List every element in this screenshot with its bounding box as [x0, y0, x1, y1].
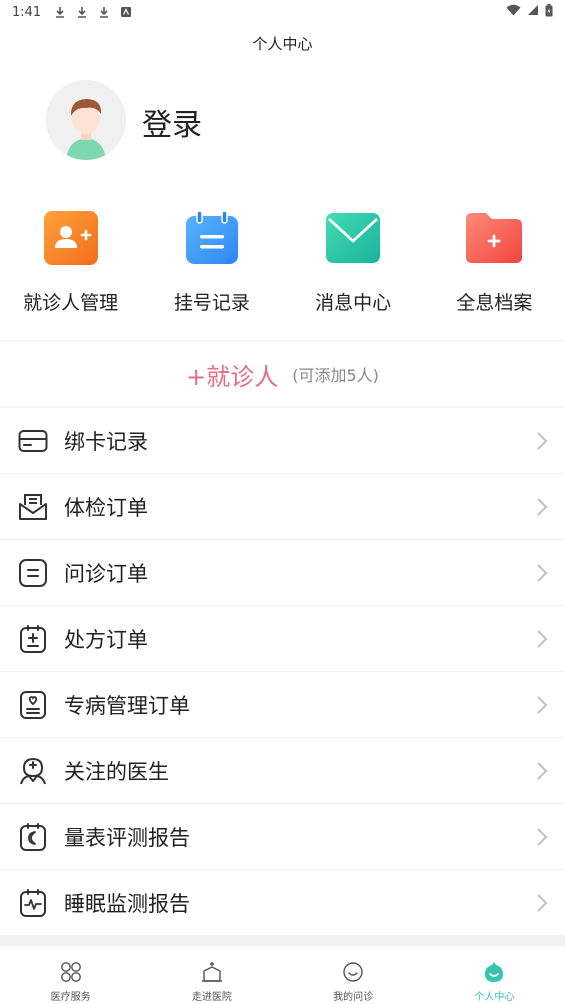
tab-label: 个人中心: [474, 992, 515, 1003]
exam-envelope-icon: [17, 491, 49, 523]
menu-item-scale-assessment-reports[interactable]: 量表评测报告: [0, 804, 565, 870]
menu-item-label: 绑卡记录: [64, 429, 148, 454]
menu-item-label: 体检订单: [64, 495, 148, 520]
quick-action-registration-records[interactable]: 挂号记录: [141, 200, 282, 328]
chevron-right-icon: [537, 696, 548, 714]
quick-action-label: 全息档案: [456, 292, 533, 314]
moon-calendar-icon: [17, 821, 49, 853]
battery-icon: [545, 3, 553, 21]
quick-action-patient-management[interactable]: 就诊人管理: [0, 200, 141, 328]
quick-action-holographic-archive[interactable]: 全息档案: [424, 200, 565, 328]
status-indicators: [506, 3, 553, 21]
quick-actions: 就诊人管理 挂号记录 消息中心 全息档案: [0, 200, 565, 328]
download-icon: [97, 5, 111, 19]
menu-item-card-binding-records[interactable]: 绑卡记录: [0, 408, 565, 474]
mail-icon: [325, 210, 381, 266]
download-icon: [53, 5, 67, 19]
section-spacer: [0, 936, 565, 946]
hospital-icon: [200, 960, 224, 984]
doctor-icon: [17, 755, 49, 787]
quick-action-label: 就诊人管理: [23, 292, 119, 314]
pulse-calendar-icon: [17, 887, 49, 919]
avatar[interactable]: [46, 80, 126, 160]
heart-clipboard-icon: [17, 689, 49, 721]
tab-personal-center[interactable]: 个人中心: [424, 946, 565, 1004]
login-link[interactable]: 登录: [142, 100, 202, 144]
download-icon: [75, 5, 89, 19]
menu-item-label: 量表评测报告: [64, 825, 190, 850]
status-time: 1:41: [12, 4, 42, 20]
chevron-right-icon: [537, 498, 548, 516]
quick-action-label: 消息中心: [315, 292, 392, 314]
profile-section[interactable]: 登录: [0, 62, 565, 182]
wifi-icon: [506, 4, 521, 20]
menu-list: 绑卡记录 体检订单 问诊订单 处方订单 专病管理订单 关注的医生 量表评测报告 …: [0, 408, 565, 936]
status-bar: 1:41: [0, 0, 565, 24]
tab-medical-services[interactable]: 医疗服务: [0, 946, 141, 1004]
consult-icon: [17, 557, 49, 589]
menu-item-special-disease-orders[interactable]: 专病管理订单: [0, 672, 565, 738]
add-patient-row[interactable]: +就诊人 (可添加5人): [0, 342, 565, 406]
tab-my-consultations[interactable]: 我的问诊: [283, 946, 424, 1004]
chevron-right-icon: [537, 828, 548, 846]
app-notification-icon: [119, 5, 133, 19]
card-icon: [17, 425, 49, 457]
tab-visit-hospital[interactable]: 走进医院: [141, 946, 282, 1004]
chevron-right-icon: [537, 894, 548, 912]
menu-item-label: 关注的医生: [64, 759, 169, 784]
quick-action-label: 挂号记录: [173, 292, 250, 314]
bottom-tab-bar: 医疗服务 走进医院 我的问诊 个人中心: [0, 946, 565, 1004]
add-patient-hint: (可添加5人): [292, 366, 379, 385]
chevron-right-icon: [537, 432, 548, 450]
prescription-icon: [17, 623, 49, 655]
grid-circles-icon: [59, 960, 83, 984]
person-center-icon: [482, 960, 506, 984]
chevron-right-icon: [537, 762, 548, 780]
page-title: 个人中心: [252, 34, 313, 53]
folder-plus-icon: [466, 210, 523, 266]
menu-item-consultation-orders[interactable]: 问诊订单: [0, 540, 565, 606]
page-title-bar: 个人中心: [0, 24, 565, 62]
add-person-icon: [43, 210, 99, 266]
signal-icon: [527, 4, 539, 20]
add-patient-button[interactable]: +就诊人: [186, 357, 278, 392]
chevron-right-icon: [537, 630, 548, 648]
menu-item-label: 专病管理订单: [64, 693, 190, 718]
calendar-icon: [184, 210, 240, 266]
tab-label: 走进医院: [191, 992, 232, 1003]
tab-label: 医疗服务: [50, 992, 91, 1003]
menu-item-label: 问诊订单: [64, 561, 148, 586]
smiley-icon: [341, 960, 365, 984]
menu-item-prescription-orders[interactable]: 处方订单: [0, 606, 565, 672]
menu-item-followed-doctors[interactable]: 关注的医生: [0, 738, 565, 804]
chevron-right-icon: [537, 564, 548, 582]
tab-label: 我的问诊: [333, 992, 374, 1003]
menu-item-physical-exam-orders[interactable]: 体检订单: [0, 474, 565, 540]
menu-item-sleep-monitoring-reports[interactable]: 睡眠监测报告: [0, 870, 565, 936]
menu-item-label: 睡眠监测报告: [64, 891, 190, 916]
menu-item-label: 处方订单: [64, 627, 148, 652]
quick-action-message-center[interactable]: 消息中心: [283, 200, 424, 328]
